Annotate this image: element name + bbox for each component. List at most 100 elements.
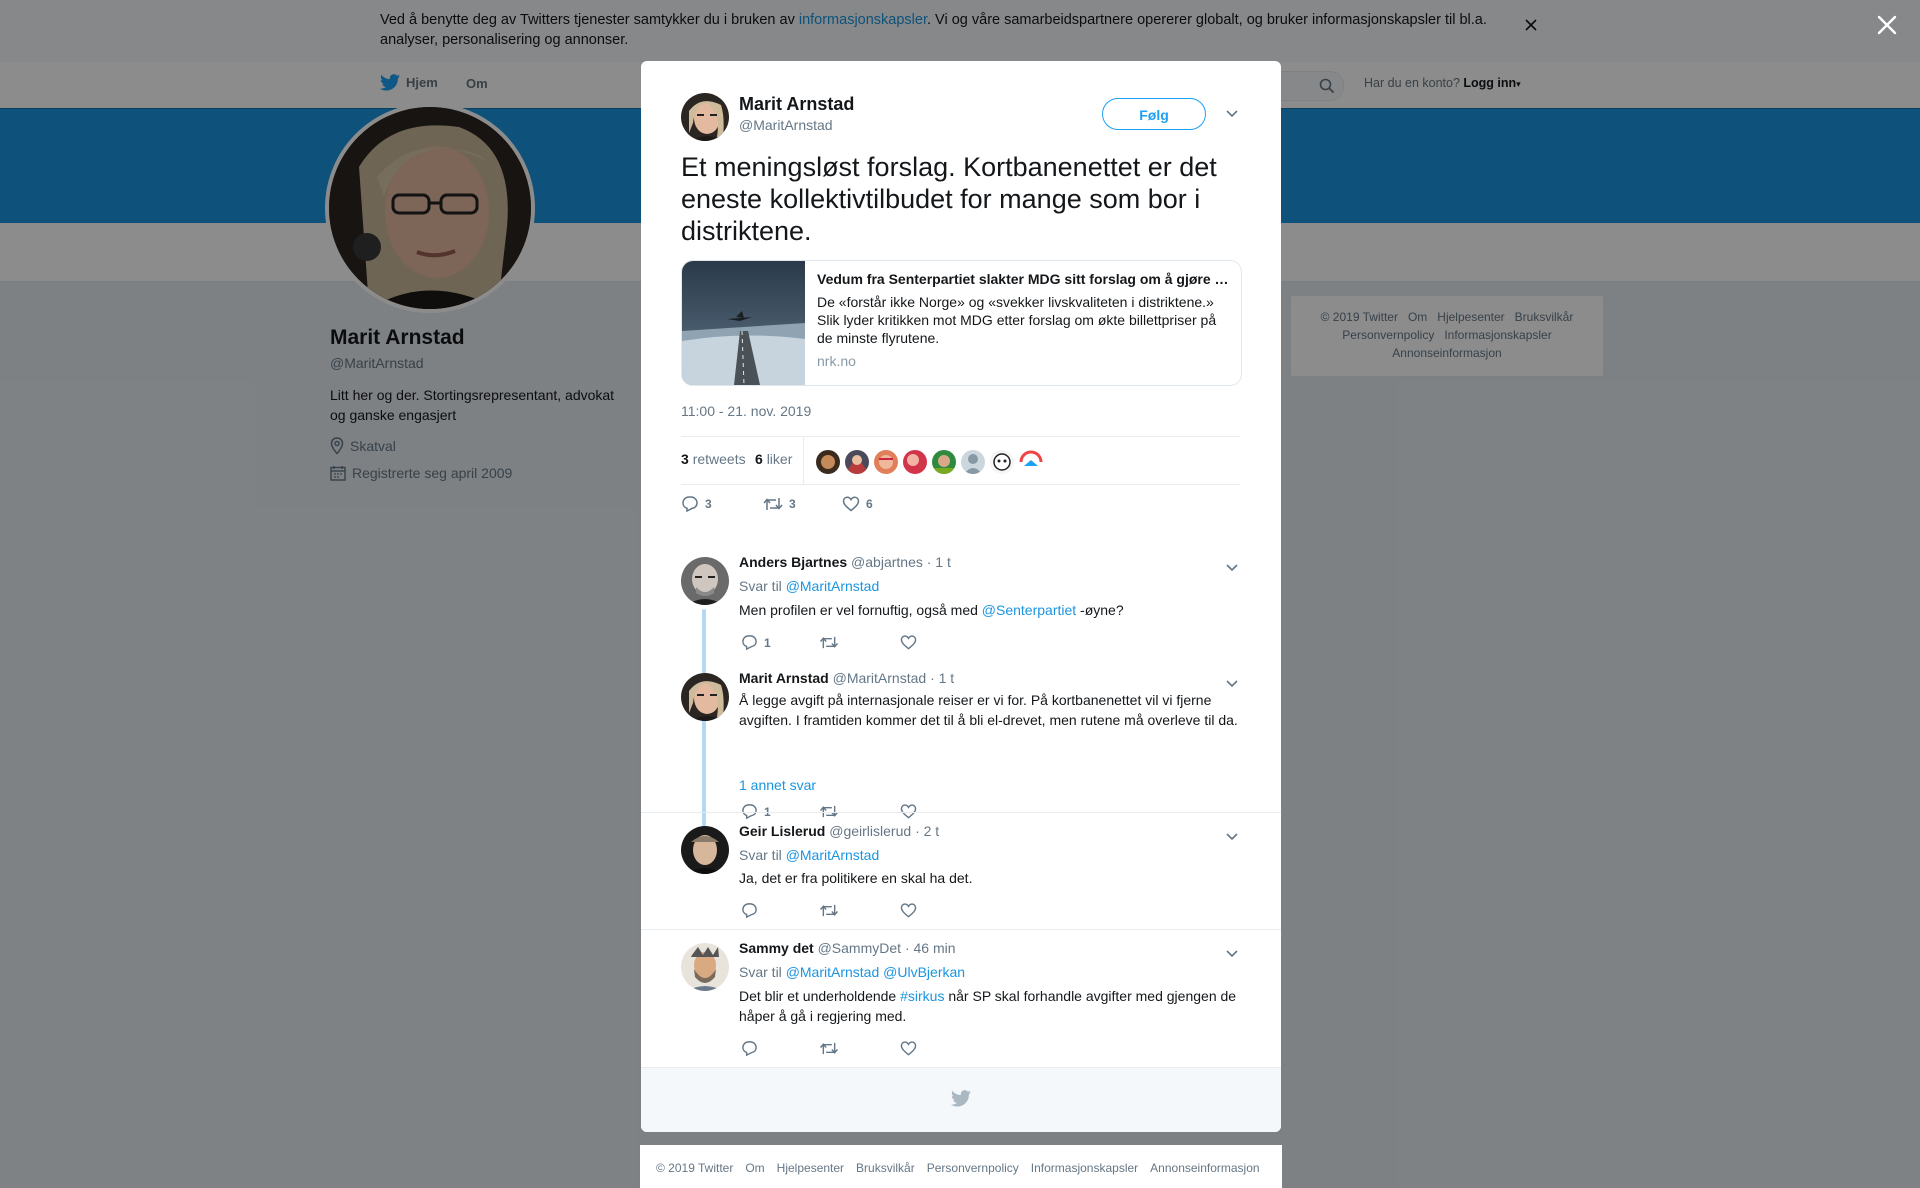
reply-time[interactable]: · 1 t [930, 670, 954, 686]
reply-time[interactable]: · 1 t [927, 554, 951, 570]
retweets-count: 3 [681, 451, 689, 467]
reply-action[interactable] [741, 902, 758, 919]
footer-link-terms[interactable]: Bruksvilkår [856, 1161, 915, 1175]
reply-author-handle[interactable]: @SammyDet [818, 940, 901, 956]
reply-icon [741, 902, 758, 919]
author-avatar[interactable] [681, 93, 729, 141]
reply-time[interactable]: · 2 t [915, 823, 939, 839]
heart-icon [900, 634, 917, 651]
reply-text-start: Det blir et underholdende [739, 988, 901, 1004]
reply-time[interactable]: · 46 min [905, 940, 956, 956]
footer-link-privacy[interactable]: Personvernpolicy [927, 1161, 1019, 1175]
liker-avatar[interactable] [902, 449, 928, 475]
likes-label: liker [766, 451, 793, 467]
reply-count: 1 [764, 635, 771, 650]
like-action[interactable]: 6 [842, 495, 873, 513]
retweet-icon [819, 1040, 839, 1057]
link-card[interactable]: Vedum fra Senterpartiet slakter MDG sitt… [681, 260, 1242, 386]
thread-line [702, 725, 706, 837]
reply-text: Å legge avgift på internasjonale reiser … [739, 692, 1238, 728]
like-count: 6 [866, 497, 873, 511]
tweet-modal: Marit Arnstad @MaritArnstad Følg Et meni… [641, 61, 1281, 1132]
footer-link-cookies[interactable]: Informasjonskapsler [1031, 1161, 1138, 1175]
footer-link-about[interactable]: Om [745, 1161, 764, 1175]
mention-link[interactable]: @Senterpartiet [982, 602, 1076, 618]
bottom-footer: © 2019 Twitter Om Hjelpesenter Bruksvilkår P… [640, 1145, 1282, 1188]
reply-header: Marit Arnstad @MaritArnstad · 1 t [739, 670, 954, 686]
modal-bottom-bar [641, 1067, 1281, 1132]
reply-avatar[interactable] [681, 557, 729, 605]
reply-action[interactable]: 1 [741, 634, 771, 651]
link-card-title: Vedum fra Senterpartiet slakter MDG sitt… [817, 271, 1229, 287]
liker-avatar[interactable] [844, 449, 870, 475]
tweet-stats: 3 retweets 6 liker [681, 436, 1240, 485]
reply-to-label: Svar til [739, 847, 782, 863]
retweet-action[interactable] [819, 634, 839, 651]
reply-to-mention[interactable]: @MaritArnstad @UlvBjerkan [786, 964, 965, 980]
reply-author-name[interactable]: Anders Bjartnes [739, 554, 847, 570]
chevron-down-icon[interactable] [1225, 829, 1239, 847]
heart-icon [842, 495, 860, 513]
liker-avatar[interactable] [1018, 449, 1044, 475]
reply-author-name[interactable]: Geir Lislerud [739, 823, 825, 839]
likes-stat[interactable]: 6 liker [755, 451, 792, 467]
retweet-action[interactable]: 3 [763, 495, 796, 513]
liker-avatar[interactable] [931, 449, 957, 475]
reply-header: Sammy det @SammyDet · 46 min [739, 940, 956, 956]
footer-copyright: © 2019 Twitter [656, 1161, 734, 1175]
reply-action[interactable] [741, 1040, 758, 1057]
reply-author-handle[interactable]: @MaritArnstad [833, 670, 927, 686]
likes-count: 6 [755, 451, 763, 467]
liker-avatar[interactable] [989, 449, 1015, 475]
like-action[interactable] [900, 634, 917, 651]
retweet-icon [819, 634, 839, 651]
heart-icon [900, 1040, 917, 1057]
retweet-action[interactable] [819, 902, 839, 919]
link-card-description: De «forstår ikke Norge» og «svekker livs… [817, 294, 1217, 346]
chevron-down-icon[interactable] [1225, 560, 1239, 578]
close-icon[interactable] [1875, 13, 1899, 37]
retweets-stat[interactable]: 3 retweets [681, 451, 746, 467]
reply-to-mention[interactable]: @MaritArnstad [786, 578, 880, 594]
reply-header: Geir Lislerud @geirlislerud · 2 t [739, 823, 939, 839]
author-handle[interactable]: @MaritArnstad [739, 117, 833, 133]
retweets-label: retweets [692, 451, 746, 467]
footer-link-help[interactable]: Hjelpesenter [777, 1161, 844, 1175]
retweet-action[interactable] [819, 1040, 839, 1057]
reply-author-name[interactable]: Sammy det [739, 940, 814, 956]
reply-avatar[interactable] [681, 943, 729, 991]
tweet-text: Et meningsløst forslag. Kortbanenettet e… [681, 152, 1217, 246]
tweet-timestamp[interactable]: 11:00 - 21. nov. 2019 [681, 403, 811, 419]
link-card-image [682, 261, 805, 385]
reply-icon [681, 495, 699, 513]
separator [641, 929, 1281, 930]
reply-text-end: -øyne? [1076, 602, 1124, 618]
like-action[interactable] [900, 1040, 917, 1057]
author-name[interactable]: Marit Arnstad [739, 94, 854, 115]
hashtag-link[interactable]: #sirkus [900, 988, 944, 1004]
retweet-count: 3 [789, 497, 796, 511]
reply-text: Ja, det er fra politikere en skal ha det… [739, 870, 973, 886]
footer-link-ads-info[interactable]: Annonseinformasjon [1150, 1161, 1259, 1175]
like-action[interactable] [900, 902, 917, 919]
reply-avatar[interactable] [681, 826, 729, 874]
reply-author-handle[interactable]: @geirlislerud [829, 823, 911, 839]
reply-to: Svar til @MaritArnstad [739, 847, 879, 863]
liker-avatar[interactable] [960, 449, 986, 475]
separator [641, 812, 1281, 813]
follow-button[interactable]: Følg [1102, 98, 1206, 130]
reply-author-name[interactable]: Marit Arnstad [739, 670, 829, 686]
chevron-down-icon[interactable] [1225, 106, 1239, 124]
reply-count: 3 [705, 497, 712, 511]
reply-to-mention[interactable]: @MaritArnstad [786, 847, 880, 863]
reply-to-label: Svar til [739, 578, 782, 594]
reply-avatar[interactable] [681, 673, 729, 721]
reply-author-handle[interactable]: @abjartnes [851, 554, 923, 570]
chevron-down-icon[interactable] [1225, 946, 1239, 964]
retweet-icon [819, 902, 839, 919]
reply-action[interactable]: 3 [681, 495, 712, 513]
liker-avatar[interactable] [815, 449, 841, 475]
more-replies-link[interactable]: 1 annet svar [739, 777, 816, 793]
liker-avatar[interactable] [873, 449, 899, 475]
link-card-domain: nrk.no [817, 353, 856, 369]
